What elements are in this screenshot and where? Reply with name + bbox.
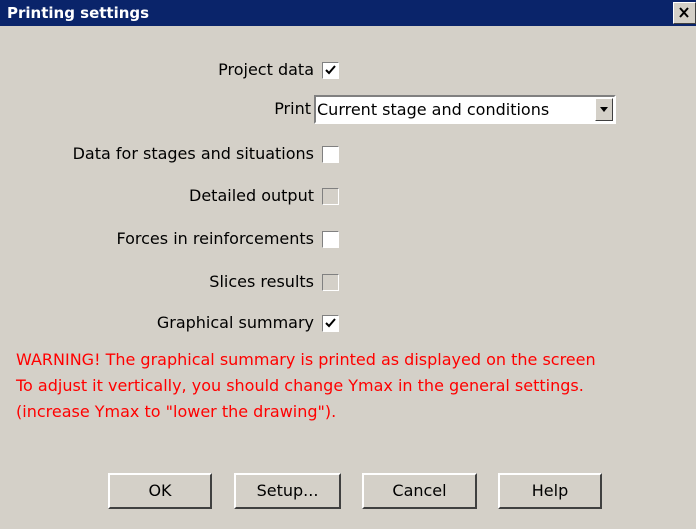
detailed-output-label: Detailed output: [189, 186, 314, 205]
dropdown-button[interactable]: [595, 98, 613, 121]
forces-reinforcements-checkbox[interactable]: [322, 231, 339, 248]
data-stages-checkbox[interactable]: [322, 146, 339, 163]
graphical-summary-checkbox[interactable]: [322, 315, 339, 332]
project-data-label: Project data: [218, 60, 314, 79]
slices-results-checkbox[interactable]: [322, 274, 339, 291]
setup-button[interactable]: Setup...: [234, 473, 341, 509]
warning-line-3: (increase Ymax to "lower the drawing").: [16, 402, 337, 421]
graphical-summary-label: Graphical summary: [156, 313, 314, 332]
chevron-down-icon: [600, 107, 608, 112]
detailed-output-checkbox[interactable]: [322, 188, 339, 205]
slices-results-label: Slices results: [209, 272, 314, 291]
window-title: Printing settings: [7, 4, 150, 22]
print-label: Print: [274, 99, 311, 118]
close-icon: [679, 7, 689, 18]
title-bar: Printing settings: [0, 0, 696, 26]
close-button[interactable]: [673, 2, 696, 24]
warning-line-1: WARNING! The graphical summary is printe…: [16, 350, 596, 369]
project-data-checkbox[interactable]: [322, 62, 339, 79]
cancel-button[interactable]: Cancel: [362, 473, 477, 509]
forces-reinforcements-label: Forces in reinforcements: [116, 229, 314, 248]
ok-button[interactable]: OK: [108, 473, 212, 509]
warning-line-2: To adjust it vertically, you should chan…: [16, 376, 584, 395]
data-stages-label: Data for stages and situations: [72, 144, 314, 163]
help-button[interactable]: Help: [498, 473, 602, 509]
checkmark-icon: [325, 318, 336, 328]
checkmark-icon: [325, 65, 336, 75]
print-select-value: Current stage and conditions: [317, 100, 550, 119]
print-select[interactable]: Current stage and conditions: [314, 95, 616, 124]
